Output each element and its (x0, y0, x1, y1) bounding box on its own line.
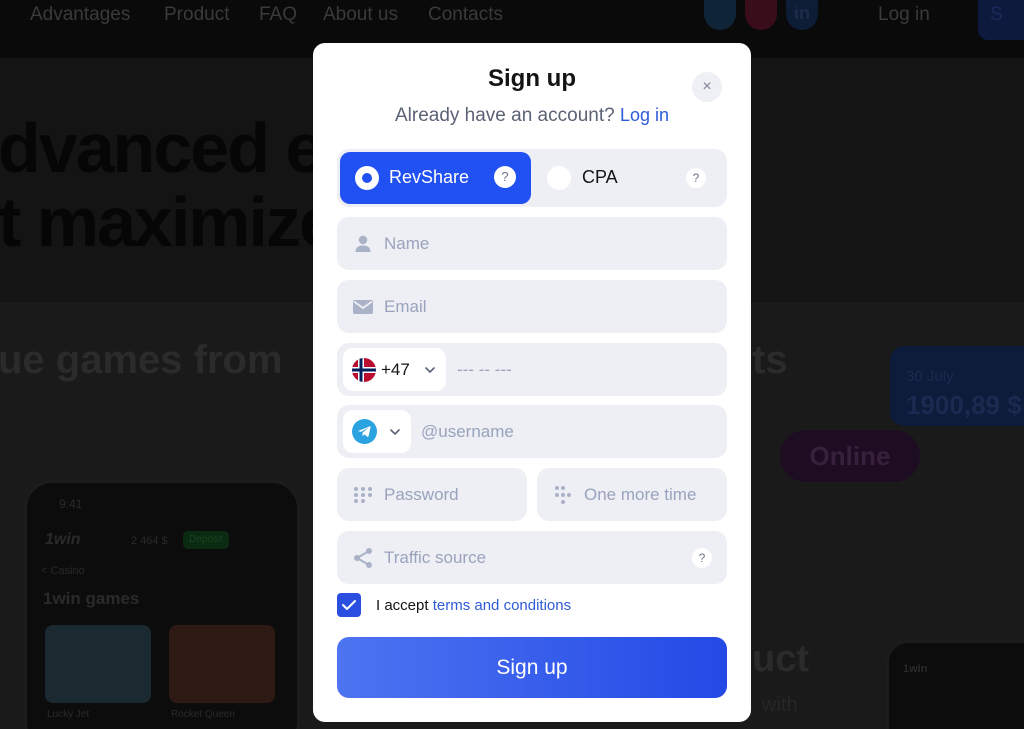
password-dots-icon (555, 486, 571, 504)
stat-card: 30 July 1900,89 $ (890, 346, 1024, 426)
revshare-help-icon[interactable]: ? (494, 166, 516, 188)
partner-model-toggle: RevShare ? CPA ? (337, 149, 727, 207)
phone-logo: 1win (45, 531, 81, 548)
password-field (337, 468, 527, 521)
share-icon (354, 548, 372, 568)
name-input[interactable] (384, 217, 714, 270)
game-tile-lucky-jet (45, 625, 151, 703)
cpa-help-icon[interactable]: ? (686, 168, 706, 188)
phone-time: 9:41 (59, 497, 83, 511)
telegram-icon (704, 0, 736, 30)
messenger-select[interactable] (343, 410, 411, 453)
nav-product: Product (164, 4, 230, 25)
login-prompt-text: Already have an account? (394, 105, 615, 126)
option-cpa[interactable] (547, 166, 571, 190)
option-cpa-label[interactable]: CPA (582, 167, 618, 188)
option-revshare[interactable]: RevShare ? (340, 152, 531, 204)
traffic-help-icon[interactable]: ? (692, 548, 712, 568)
phone-balance: 2 464 $ (131, 535, 168, 547)
nav-login: Log in (878, 4, 930, 25)
close-button[interactable]: × (692, 72, 722, 102)
hero-line-2: t maximize (0, 183, 338, 261)
phone-mockup: 9:41 1win 2 464 $ Deposit < Casino 1win … (24, 480, 300, 729)
nav-contacts: Contacts (428, 4, 503, 25)
online-badge: Online (780, 430, 920, 482)
phone-games-title: 1win games (43, 589, 140, 608)
checkmark-icon (342, 600, 356, 610)
phone2-logo: 1win (903, 663, 928, 675)
phone-input[interactable] (457, 343, 717, 396)
chevron-down-icon (390, 429, 400, 436)
nav-signup-button: S (978, 0, 1024, 40)
email-input[interactable] (384, 280, 714, 333)
telegram-icon (352, 419, 377, 444)
login-prompt: Already have an account? Log in (313, 105, 751, 127)
signup-modal: Sign up × Already have an account? Log i… (313, 43, 751, 722)
hero-line-1: dvanced e (0, 109, 324, 187)
name-field (337, 217, 727, 270)
phone-casino-link: < Casino (41, 565, 85, 577)
user-icon (355, 235, 371, 252)
chevron-down-icon (425, 367, 435, 374)
login-link[interactable]: Log in (620, 105, 669, 125)
dial-code: +47 (381, 360, 410, 379)
game-name-1: Lucky Jet (47, 709, 90, 720)
norway-flag-icon (352, 358, 376, 382)
signup-submit-button[interactable]: Sign up (337, 637, 727, 698)
stat-date: 30 July (906, 368, 954, 385)
games-heading: ue games from (0, 338, 283, 382)
radio-selected-icon (355, 166, 379, 190)
instagram-icon (745, 0, 777, 30)
accept-checkbox[interactable] (337, 593, 361, 617)
product-heading: uct (752, 638, 809, 680)
option-revshare-label: RevShare (389, 167, 470, 187)
stat-amount: 1900,89 $ (906, 390, 1022, 420)
terms-link[interactable]: terms and conditions (433, 597, 571, 614)
nav-faq: FAQ (259, 4, 298, 25)
password-confirm-input[interactable] (584, 468, 719, 521)
game-tile-rocket-queen (169, 625, 275, 703)
password-confirm-field (537, 468, 727, 521)
email-field (337, 280, 727, 333)
accept-text: I accept (376, 597, 433, 614)
username-input[interactable] (421, 405, 717, 458)
nav-about-us: About us (323, 4, 398, 25)
game-name-2: Rocket Queen (171, 709, 235, 720)
country-code-select[interactable]: +47 (343, 348, 446, 391)
messenger-field (337, 405, 727, 458)
accept-terms-row: I accept terms and conditions (337, 593, 727, 619)
phone-deposit-button: Deposit (183, 531, 229, 549)
accept-label: I accept terms and conditions (376, 597, 571, 614)
section-heading-right: ts (752, 338, 788, 382)
linkedin-icon: in (786, 0, 818, 30)
nav-advantages: Advantages (30, 4, 131, 25)
product-subtext: with (762, 694, 798, 716)
mail-icon (353, 300, 373, 314)
password-input[interactable] (384, 468, 519, 521)
password-dots-icon (354, 487, 372, 503)
phone-mockup-2: 1win (886, 640, 1024, 729)
traffic-source-input[interactable] (384, 531, 674, 584)
traffic-source-field: ? (337, 531, 727, 584)
modal-title: Sign up (488, 65, 576, 92)
phone-field: +47 (337, 343, 727, 396)
